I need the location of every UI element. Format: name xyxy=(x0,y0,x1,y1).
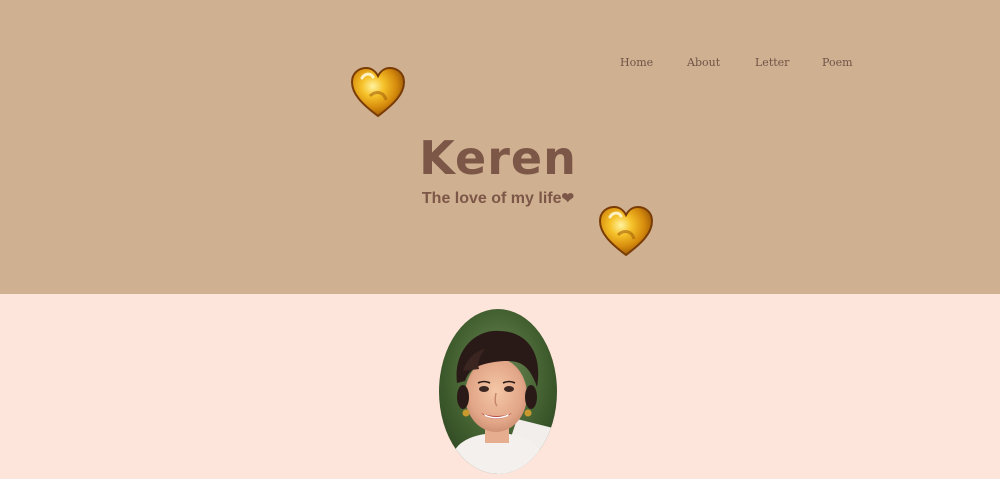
gold-heart-icon xyxy=(598,205,654,257)
page: Home About Letter Poem Keren The love of… xyxy=(0,0,1000,479)
heart-glyph-icon: ❤ xyxy=(561,190,575,207)
portrait-photo xyxy=(439,309,557,474)
content-section xyxy=(0,294,1000,479)
nav-link-home[interactable]: Home xyxy=(620,56,653,69)
main-nav: Home About Letter Poem xyxy=(600,56,870,72)
nav-link-about[interactable]: About xyxy=(687,56,720,69)
subtitle-text: The love of my life xyxy=(421,190,562,207)
page-title: Keren xyxy=(419,131,577,185)
header: Home About Letter Poem Keren The love of… xyxy=(0,0,1000,294)
nav-link-poem[interactable]: Poem xyxy=(822,56,853,69)
gold-heart-icon xyxy=(350,66,406,118)
nav-link-letter[interactable]: Letter xyxy=(755,56,789,69)
